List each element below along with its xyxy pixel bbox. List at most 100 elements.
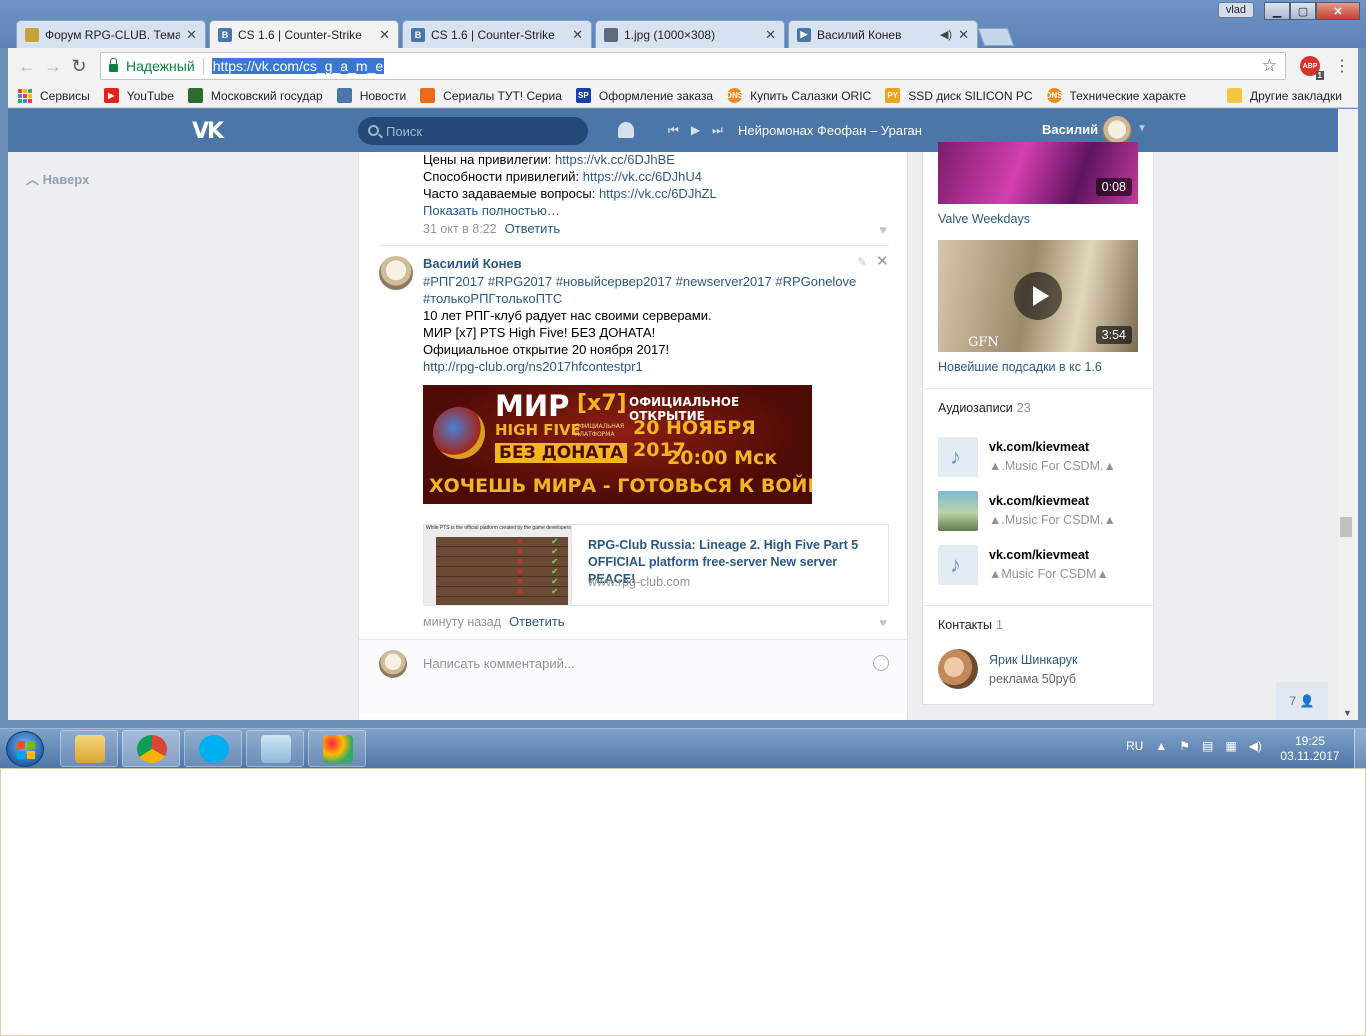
tab-cs16[interactable]: B CS 1.6 | Counter-Strike ✕ [402,20,592,48]
post-meta: 31 окт в 8:22 Ответить [423,221,560,236]
friends-online-button[interactable]: 7 👤 [1276,682,1328,720]
audio-track[interactable]: vk.com/kievmeat ▲Music For CSDM▲ [938,545,1148,587]
network-icon[interactable]: ▦ [1225,739,1236,753]
secure-label: Надежный [126,58,195,74]
contact-name[interactable]: Ярик Шинкарук [989,653,1077,667]
hashtags-line[interactable]: #толькоРПГтолькоПТС [423,291,562,306]
hashtags-line[interactable]: #РПГ2017 #RPG2017 #новыйсервер2017 #news… [423,274,856,289]
comment-author-avatar[interactable] [379,256,413,290]
post-link[interactable]: https://vk.cc/6DJhBE [555,152,675,167]
post-link[interactable]: http://rpg-club.org/ns2017hfcontestpr1 [423,359,643,374]
language-indicator[interactable]: RU [1126,739,1143,753]
vk-search-input[interactable]: Поиск [358,117,588,145]
bookmark-moscow-state[interactable]: Московский государ [187,88,323,103]
vk-logo-icon[interactable]: VK [192,119,226,144]
tab-vasily-konev[interactable]: ▶ Василий Конев ◀) ✕ [788,20,978,48]
bookmark-news[interactable]: Новости [336,88,406,103]
scrollbar-thumb[interactable] [1340,517,1352,537]
post-link[interactable]: https://vk.cc/6DJhU4 [583,169,702,184]
emblem-icon [433,407,485,459]
close-icon[interactable]: ✕ [876,252,889,270]
heart-icon[interactable]: ♥ [879,615,887,630]
reload-button[interactable]: ↻ [66,56,92,77]
heart-icon[interactable]: ♥ [879,222,887,237]
show-desktop-button[interactable] [1354,729,1366,768]
bookmark-star-icon[interactable]: ☆ [1262,56,1277,76]
bookmark-services[interactable]: Сервисы [18,88,90,103]
post-author[interactable]: Василий Конев [423,256,522,271]
bookmark-other[interactable]: Другие закладки [1227,88,1342,103]
now-playing-title[interactable]: Нейромонах Феофан – Ураган [738,123,922,138]
emoji-icon[interactable] [873,655,889,671]
url-text[interactable]: https://vk.com/cs_g_a_m_e [211,58,385,74]
audio-track[interactable]: vk.com/kievmeat ▲.Music For CSDM.▲ [938,437,1148,479]
previous-track-icon[interactable]: ⏮ [668,123,679,138]
contact-avatar[interactable] [938,649,978,689]
next-track-icon[interactable]: ⏭ [712,123,723,138]
play-icon[interactable]: ▶ [691,123,700,138]
show-more-link[interactable]: Показать полностью… [423,203,560,218]
post-time[interactable]: минуту назад [423,615,501,629]
close-tab-icon[interactable]: ✕ [572,27,583,43]
vk-icon: B [218,27,232,42]
chrome-icon [137,735,167,763]
tab-cs16-active[interactable]: B CS 1.6 | Counter-Strike ✕ [209,20,399,48]
bell-icon[interactable] [618,122,634,138]
scroll-to-top-button[interactable]: ︿ Наверх [26,169,89,188]
forward-button[interactable]: → [40,56,66,77]
chevron-down-icon[interactable]: ▼ [1137,123,1147,134]
back-button[interactable]: ← [14,56,40,77]
play-icon[interactable] [1014,272,1062,320]
taskbar-clock[interactable]: 19:25 03.11.2017 [1278,734,1342,764]
video-title[interactable]: Новейшие подсадки в кс 1.6 [938,360,1102,374]
new-tab-button[interactable] [977,28,1015,46]
page-scrollbar[interactable]: ▼ [1338,109,1358,720]
video-title[interactable]: Valve Weekdays [938,212,1030,226]
device-icon[interactable]: ▤ [1202,739,1213,753]
close-tab-icon[interactable]: ✕ [186,27,197,43]
pencil-icon[interactable]: ✎ [857,255,867,269]
close-tab-icon[interactable]: ✕ [379,27,390,43]
audio-section-header[interactable]: Аудиозаписи 23 [938,401,1031,415]
address-bar[interactable]: Надежный https://vk.com/cs_g_a_m_e ☆ [100,52,1286,80]
adblock-extension-icon[interactable]: ABP 1 [1300,56,1324,80]
minimize-button[interactable]: ▁ [1264,2,1290,20]
promo-banner-image[interactable]: МИР [x7] HIGH FIVE ОФИЦИАЛЬНАЯ ПЛАТФОРМА… [423,385,812,504]
close-tab-icon[interactable]: ✕ [958,27,969,43]
header-user-name[interactable]: Василий [1042,122,1098,137]
skype-taskbar-button[interactable] [184,730,242,767]
scroll-down-icon[interactable]: ▼ [1343,708,1352,718]
explorer-taskbar-button[interactable] [60,730,118,767]
speaker-icon[interactable]: ◀) [940,28,952,41]
bookmark-serials[interactable]: Сериалы ТУТ! Сериа [420,88,562,103]
link-snippet[interactable]: While PTS is the official platform creat… [423,524,889,606]
bookmark-dns-rails[interactable]: DNS Купить Салазки ORIC [726,88,871,103]
browser-menu-icon[interactable]: ⋮ [1334,56,1350,76]
maximize-button[interactable]: ▢ [1290,2,1316,20]
bookmark-specs[interactable]: DNS Технические характе [1046,88,1186,103]
post-time[interactable]: 31 окт в 8:22 [423,222,497,236]
reply-link[interactable]: Ответить [505,221,561,236]
bookmark-ssd[interactable]: PY SSD диск SILICON PC [885,88,1033,103]
chevron-up-icon[interactable]: ▲ [1155,739,1167,753]
video-thumbnail[interactable]: 0:08 [938,142,1138,204]
contacts-section-header[interactable]: Контакты 1 [938,618,1003,632]
tab-rpg-club-forum[interactable]: Форум RPG-CLUB. Тема ✕ [16,20,206,48]
reply-link[interactable]: Ответить [509,614,565,629]
volume-icon[interactable]: ◀) [1249,739,1262,753]
bookmark-youtube[interactable]: ▶ YouTube [103,88,174,103]
post-link[interactable]: https://vk.cc/6DJhZL [599,186,717,201]
bookmark-order[interactable]: SP Оформление заказа [575,88,713,103]
tab-image[interactable]: 1.jpg (1000×308) ✕ [595,20,785,48]
comment-input[interactable]: Написать комментарий... [423,656,575,671]
video-thumbnail[interactable]: GFN 3:54 [938,240,1138,352]
close-tab-icon[interactable]: ✕ [765,27,776,43]
start-button[interactable] [6,731,44,767]
chrome-taskbar-button[interactable] [122,730,180,767]
action-center-flag-icon[interactable]: ⚑ [1179,739,1190,753]
notepad-taskbar-button[interactable] [246,730,304,767]
paint-taskbar-button[interactable] [308,730,366,767]
audio-track[interactable]: vk.com/kievmeat ▲.Music For CSDM.▲ [938,491,1148,533]
close-window-button[interactable]: ✕ [1316,2,1360,20]
profile-badge[interactable]: vlad [1217,2,1254,18]
